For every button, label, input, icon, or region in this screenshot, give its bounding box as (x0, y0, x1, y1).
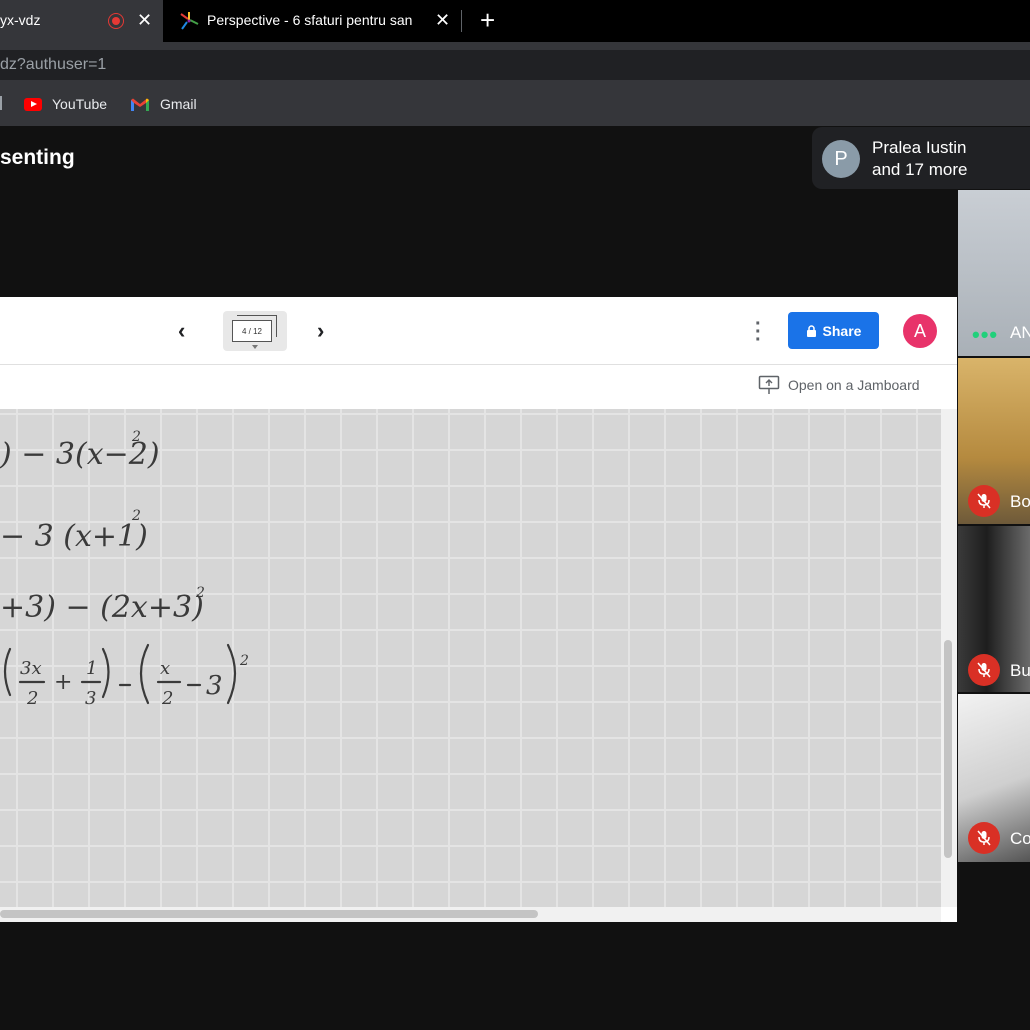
equation-line-3-exp: 2 (195, 585, 205, 601)
frame-caret-icon (252, 345, 258, 349)
recording-icon (108, 13, 124, 29)
tab-perspective-title: Perspective - 6 sfaturi pentru san (207, 12, 413, 28)
bookmark-fragment (0, 96, 5, 110)
next-frame-icon[interactable]: › (317, 318, 324, 344)
mic-off-icon (968, 485, 1000, 517)
equation-line-2: − 3 (x+1) (0, 519, 148, 554)
lock-icon (806, 324, 816, 337)
more-options-icon[interactable]: · · · (755, 314, 762, 350)
perspective-favicon-icon (180, 12, 199, 30)
jamboard-display-icon (758, 375, 780, 394)
share-label: Share (822, 322, 862, 339)
bookmark-gmail[interactable]: Gmail (160, 96, 197, 112)
tile-name-bu: Bu (1010, 661, 1030, 680)
tile-name-bo: Bo (1010, 492, 1030, 511)
gmail-icon (131, 98, 149, 111)
frame-indicator: 4 / 12 (232, 320, 272, 342)
horizontal-scroll-thumb[interactable] (0, 910, 538, 918)
svg-text:+: + (54, 670, 72, 695)
new-tab-icon[interactable]: + (480, 7, 495, 33)
open-on-jamboard-label: Open on a Jamboard (788, 377, 920, 393)
svg-text:3: 3 (206, 671, 223, 701)
tab-meet-title: yx-vdz (0, 12, 41, 28)
svg-text:2: 2 (26, 688, 38, 709)
participants-line1: Pralea Iustin (872, 138, 967, 157)
presenting-label: senting (0, 146, 75, 169)
svg-text:x: x (160, 658, 170, 679)
tile-name-co: Co (1010, 829, 1030, 848)
address-bar[interactable] (0, 50, 1030, 80)
share-button[interactable]: Share (788, 312, 879, 349)
svg-text:2: 2 (239, 653, 249, 669)
svg-text:3x: 3x (20, 658, 42, 679)
participant-avatar: P (822, 140, 860, 178)
more-dots-icon: ••• (972, 322, 999, 347)
vertical-scroll-thumb[interactable] (944, 640, 952, 858)
bookmarks-bar (0, 84, 1030, 126)
equation-line-1-exp: 2 (131, 429, 141, 445)
open-on-jamboard-button[interactable]: Open on a Jamboard (758, 375, 920, 395)
equation-line-3: +3) − (2x+3) (0, 590, 204, 625)
youtube-icon (24, 98, 42, 111)
equation-line-2-exp: 2 (131, 508, 141, 524)
tab-perspective-close-icon[interactable]: ✕ (435, 11, 450, 29)
svg-text:2: 2 (161, 688, 173, 709)
participants-line2: and 17 more (872, 160, 968, 179)
svg-text:3: 3 (85, 688, 96, 709)
account-avatar[interactable]: A (903, 314, 937, 348)
mic-off-icon (968, 654, 1000, 686)
tab-meet-close-icon[interactable]: ✕ (137, 11, 152, 29)
prev-frame-icon[interactable]: ‹ (178, 318, 185, 344)
svg-text:1: 1 (86, 658, 97, 679)
bookmark-youtube[interactable]: YouTube (52, 96, 107, 112)
equation-line-4: 3x 2 + 1 3 x 2 3 2 (3, 643, 249, 709)
tile-name-an: AN (1010, 323, 1030, 342)
url-text: dz?authuser=1 (0, 56, 107, 73)
mic-off-icon (968, 822, 1000, 854)
handwritten-equations: ) − 3(x−2) 2 − 3 (x+1) 2 +3) − (2x+3) 2 … (0, 429, 249, 709)
tab-separator (461, 10, 462, 32)
